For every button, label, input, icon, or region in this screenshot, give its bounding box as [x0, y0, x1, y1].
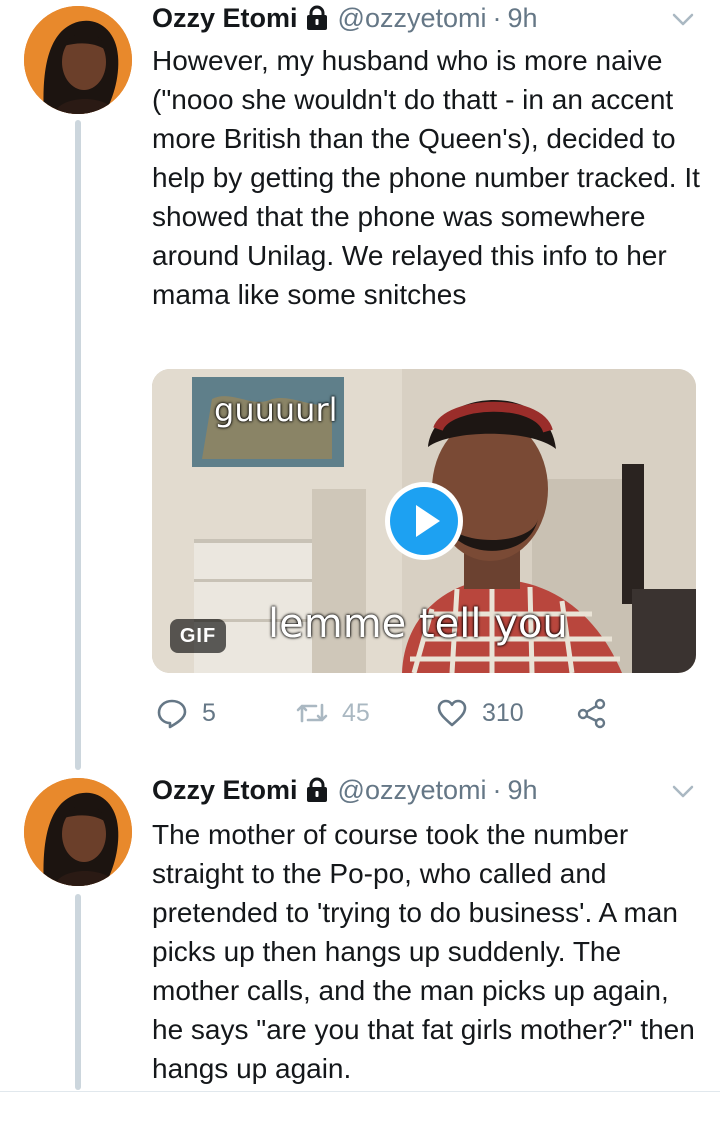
author-name[interactable]: Ozzy Etomi	[152, 3, 298, 34]
timestamp[interactable]: 9h	[507, 775, 537, 806]
timestamp[interactable]: 9h	[507, 3, 537, 34]
author-avatar[interactable]	[24, 6, 132, 114]
separator-dot: ·	[492, 774, 502, 805]
play-icon	[390, 487, 458, 555]
reply-count: 5	[202, 698, 216, 727]
separator-dot: ·	[492, 2, 502, 33]
retweet-button[interactable]: 45	[296, 693, 370, 733]
like-button[interactable]: 310	[436, 693, 524, 733]
reply-icon	[157, 699, 187, 729]
lock-icon	[304, 5, 330, 31]
gif-media[interactable]: guuuurl lemme tell you GIF	[152, 369, 696, 673]
share-button[interactable]	[576, 693, 622, 733]
tweet[interactable]: Ozzy Etomi @ozzyetomi · 9h The mother of…	[0, 770, 720, 1090]
thread-connector	[75, 894, 81, 1090]
gif-caption-bottom: lemme tell you	[268, 601, 568, 647]
tweet-actions: 5 45 310	[152, 693, 692, 733]
chevron-down-icon[interactable]	[670, 6, 696, 32]
gif-badge: GIF	[170, 619, 226, 653]
avatar-photo	[24, 6, 132, 114]
divider	[0, 1091, 720, 1092]
retweet-count: 45	[342, 698, 370, 727]
reply-button[interactable]: 5	[156, 693, 216, 733]
gif-caption-top: guuuurl	[214, 391, 338, 429]
timeline: Ozzy Etomi @ozzyetomi · 9h However, my h…	[0, 0, 720, 1125]
like-count: 310	[482, 698, 524, 727]
tweet-header: Ozzy Etomi @ozzyetomi · 9h	[152, 0, 696, 38]
share-icon	[577, 698, 606, 729]
tweet[interactable]: Ozzy Etomi @ozzyetomi · 9h However, my h…	[0, 0, 720, 770]
avatar-photo	[24, 778, 132, 886]
chevron-down-icon[interactable]	[670, 778, 696, 804]
heart-icon	[437, 699, 467, 727]
tweet-text: However, my husband who is more naive ("…	[152, 45, 700, 310]
tweet-header: Ozzy Etomi @ozzyetomi · 9h	[152, 770, 696, 810]
tweet-text: The mother of course took the number str…	[152, 819, 695, 1084]
retweet-icon	[296, 703, 328, 723]
author-handle[interactable]: @ozzyetomi	[338, 3, 487, 34]
author-handle[interactable]: @ozzyetomi	[338, 775, 487, 806]
author-name[interactable]: Ozzy Etomi	[152, 775, 298, 806]
thread-connector	[75, 120, 81, 770]
lock-icon	[304, 777, 330, 803]
play-button[interactable]	[385, 482, 463, 560]
author-avatar[interactable]	[24, 778, 132, 886]
